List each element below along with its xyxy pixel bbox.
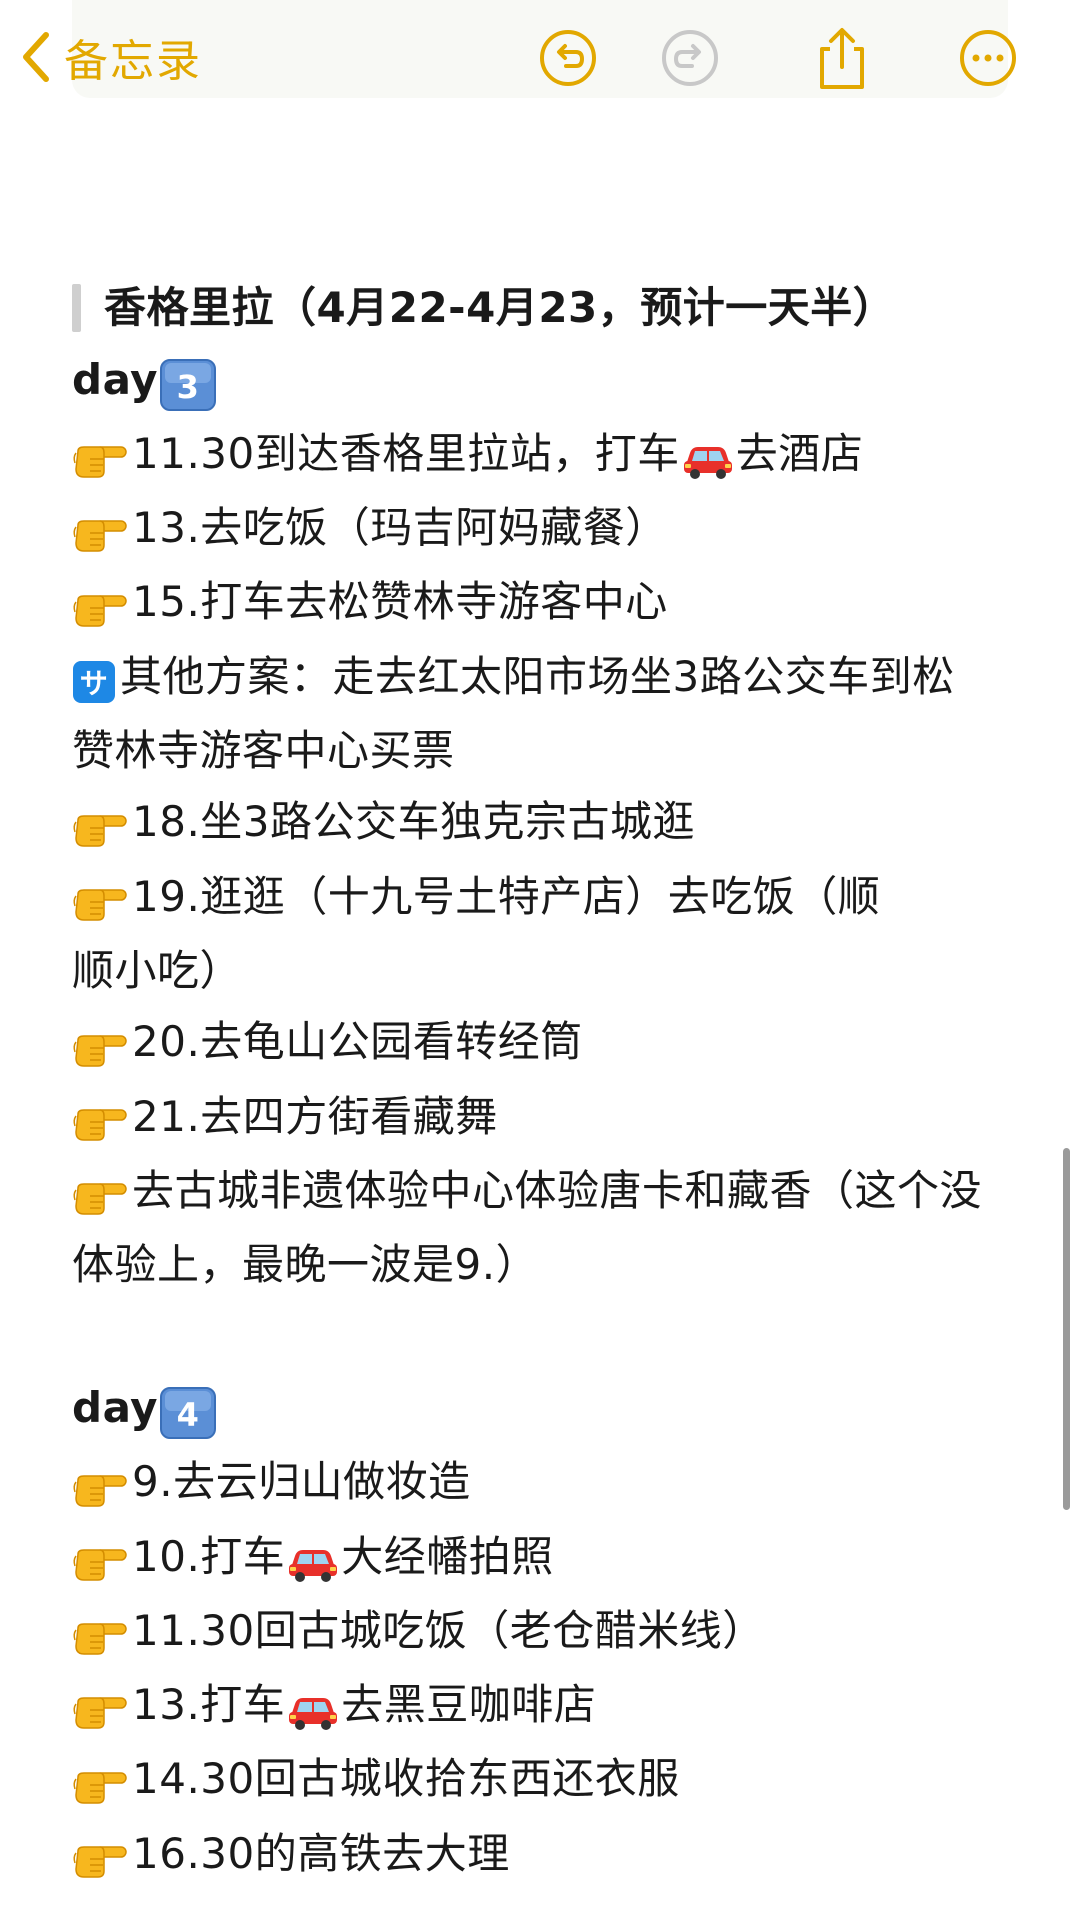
list-item: 16.30的高铁去大理 bbox=[72, 1818, 1022, 1892]
list-item: 18.坐3路公交车独克宗古城逛 bbox=[72, 786, 1022, 860]
note-body[interactable]: 香格里拉（4月22-4月23，预计一天半） day 3 11.30到达香格里拉站，… bbox=[72, 272, 1022, 1892]
undo-button[interactable] bbox=[536, 26, 600, 90]
list-item: 9.去云归山做妆造 bbox=[72, 1446, 1022, 1520]
list-item: 10.打车 大经幡拍照 bbox=[72, 1521, 1022, 1595]
backhand-index-pointing-right-icon bbox=[72, 863, 128, 935]
navigation-bar: 备忘录 bbox=[0, 0, 1080, 118]
day3-label: day bbox=[72, 354, 158, 404]
list-item: 19.逛逛（十九号土特产店）去吃饭（顺顺小吃） bbox=[72, 861, 912, 1007]
redo-icon bbox=[660, 28, 720, 88]
backhand-index-pointing-right-icon bbox=[72, 495, 128, 567]
back-button[interactable]: 备忘录 bbox=[18, 22, 202, 92]
backhand-index-pointing-right-icon bbox=[72, 421, 128, 493]
backhand-index-pointing-right-icon bbox=[72, 569, 128, 641]
chevron-left-icon bbox=[18, 29, 52, 85]
share-button[interactable] bbox=[810, 26, 874, 90]
backhand-index-pointing-right-icon bbox=[72, 1746, 128, 1818]
backhand-index-pointing-right-icon bbox=[72, 789, 128, 861]
backhand-index-pointing-right-icon bbox=[72, 1009, 128, 1081]
undo-icon bbox=[538, 28, 598, 88]
redo-button[interactable] bbox=[658, 26, 722, 90]
empty-line bbox=[72, 1301, 1022, 1373]
svg-text:4: 4 bbox=[177, 1396, 200, 1434]
scroll-indicator[interactable] bbox=[1063, 1148, 1070, 1510]
day3-title: day 3 bbox=[72, 344, 1022, 418]
backhand-index-pointing-right-icon bbox=[72, 1083, 128, 1155]
more-icon bbox=[958, 28, 1018, 88]
day4-label: day bbox=[72, 1383, 158, 1432]
red-car-icon bbox=[287, 1523, 339, 1595]
list-item: 13.去吃饭（玛吉阿妈藏餐） bbox=[72, 492, 1022, 566]
day4-title: day 4 bbox=[72, 1372, 1022, 1446]
list-item: 13.打车 去黑豆咖啡店 bbox=[72, 1669, 1022, 1743]
list-item: 20.去龟山公园看转经筒 bbox=[72, 1006, 1022, 1080]
list-item: 15.打车去松赞林寺游客中心 bbox=[72, 566, 1022, 640]
more-button[interactable] bbox=[956, 26, 1020, 90]
list-item: 11.30回古城吃饭（老仓醋米线） bbox=[72, 1595, 1022, 1669]
heading-quote-bar bbox=[72, 284, 81, 332]
backhand-index-pointing-right-icon bbox=[72, 1449, 128, 1521]
backhand-index-pointing-right-icon bbox=[72, 1672, 128, 1744]
keycap-4-icon: 4 bbox=[160, 1375, 216, 1447]
backhand-index-pointing-right-icon bbox=[72, 1523, 128, 1595]
share-icon bbox=[812, 25, 872, 91]
list-item: 其他方案：走去红太阳市场坐3路公交车到松赞林寺游客中心买票 bbox=[72, 641, 972, 787]
note-heading: 香格里拉（4月22-4月23，预计一天半） bbox=[72, 272, 1022, 344]
heading-text: 香格里拉（4月22-4月23，预计一天半） bbox=[104, 283, 896, 332]
back-label: 备忘录 bbox=[64, 36, 202, 87]
list-item: 14.30回古城收拾东西还衣服 bbox=[72, 1743, 1022, 1817]
list-item: 去古城非遗体验中心体验唐卡和藏香（这个没体验上，最晚一波是9.） bbox=[72, 1155, 1012, 1301]
backhand-index-pointing-right-icon bbox=[72, 1598, 128, 1670]
svg-text:3: 3 bbox=[177, 368, 200, 406]
backhand-index-pointing-right-icon bbox=[72, 1158, 128, 1230]
list-item: 11.30到达香格里拉站，打车 去酒店 bbox=[72, 418, 1022, 492]
backhand-index-pointing-right-icon bbox=[72, 1820, 128, 1892]
list-item: 21.去四方街看藏舞 bbox=[72, 1081, 1022, 1155]
sa-badge-icon bbox=[72, 643, 116, 715]
red-car-icon bbox=[287, 1672, 339, 1744]
red-car-icon bbox=[682, 421, 734, 493]
keycap-3-icon: 3 bbox=[160, 346, 216, 418]
